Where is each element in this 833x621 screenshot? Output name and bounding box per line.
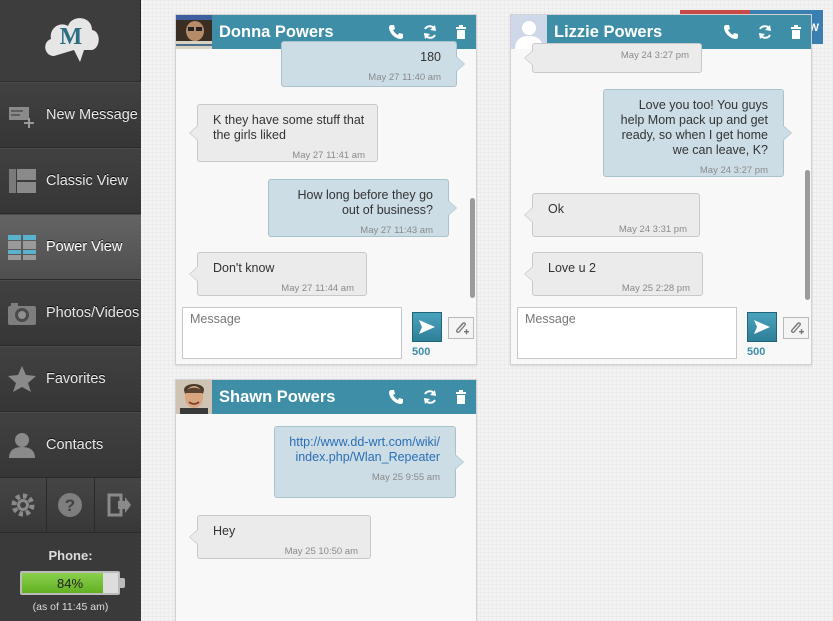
nav-power-view[interactable]: Power View — [0, 214, 141, 280]
battery-cap — [120, 578, 125, 588]
message-link[interactable]: http://www.dd-wrt.com/wiki/index.php/Wla… — [287, 435, 440, 465]
classic-view-icon — [9, 169, 36, 193]
phone-icon[interactable] — [388, 24, 404, 40]
message-bubble: Ok May 24 3:31 pm — [524, 193, 700, 237]
help-icon: ? — [58, 493, 83, 517]
send-button[interactable] — [412, 312, 442, 342]
message-input[interactable] — [517, 307, 737, 359]
phone-icon[interactable] — [723, 24, 739, 40]
cloud-logo-icon: M — [45, 18, 99, 62]
logout-icon — [107, 493, 131, 517]
trash-icon[interactable] — [453, 389, 469, 405]
logout-button[interactable] — [94, 478, 141, 532]
avatar[interactable] — [176, 380, 212, 414]
battery-percent: 84% — [56, 576, 84, 591]
conversation-header: Shawn Powers — [176, 380, 476, 414]
message-time: May 27 11:41 am — [292, 150, 365, 161]
message-time: May 24 3:27 pm — [620, 50, 689, 61]
message-time: May 24 3:31 pm — [618, 224, 687, 235]
nav-favorites[interactable]: Favorites — [0, 346, 141, 412]
sidebar: M New Message Classic View Power View Ph… — [0, 0, 141, 621]
paperclip-icon — [456, 322, 469, 335]
gear-icon — [11, 493, 35, 517]
message-time: May 27 11:40 am — [368, 72, 441, 83]
message-time: May 25 2:28 pm — [621, 283, 690, 294]
message-composer: 500 — [511, 307, 811, 364]
nav-new-message[interactable]: New Message — [0, 82, 141, 148]
message-text: Love you too! You guys help Mom pack up … — [620, 98, 768, 157]
attach-button[interactable] — [448, 317, 474, 339]
conversation-panel-donna: Donna Powers 180 May 27 11:40 am K they … — [175, 14, 477, 365]
paperclip-icon — [791, 322, 804, 335]
message-text: Love u 2 — [548, 261, 596, 275]
message-time: May 27 11:44 am — [281, 283, 354, 294]
refresh-icon[interactable] — [422, 24, 438, 40]
message-time: May 25 9:55 am — [371, 472, 440, 483]
message-bubble: K they have some stuff that the girls li… — [189, 104, 378, 162]
message-time: May 24 3:27 pm — [699, 165, 768, 176]
message-bubble: Hey May 25 10:50 am — [189, 515, 371, 559]
message-bubble: May 24 3:27 pm — [524, 43, 702, 73]
battery-indicator: 84% — [20, 571, 125, 595]
message-time: May 27 11:43 am — [360, 225, 433, 236]
settings-button[interactable] — [0, 478, 48, 532]
message-input[interactable] — [182, 307, 402, 359]
message-bubble: How long before they go out of business?… — [268, 179, 457, 237]
message-text: Don't know — [213, 261, 275, 275]
send-icon — [419, 320, 435, 334]
message-text: Ok — [548, 202, 564, 216]
conversation-panel-lizzie: Lizzie Powers May 24 3:27 pm Love you to… — [510, 14, 812, 365]
power-view-icon — [8, 235, 36, 260]
phone-label: Phone: — [48, 548, 93, 563]
refresh-icon[interactable] — [422, 389, 438, 405]
nav-new-message-label: New Message — [46, 107, 138, 123]
star-icon — [8, 366, 36, 392]
trash-icon[interactable] — [453, 24, 469, 40]
scrollbar[interactable] — [470, 198, 475, 298]
attach-button[interactable] — [783, 317, 809, 339]
message-text: K they have some stuff that the girls li… — [213, 113, 365, 142]
message-bubble: http://www.dd-wrt.com/wiki/index.php/Wla… — [274, 426, 464, 498]
message-bubble: Love you too! You guys help Mom pack up … — [603, 89, 792, 177]
help-glyph: ? — [65, 496, 75, 515]
app-logo[interactable]: M — [0, 0, 140, 82]
nav-contacts-label: Contacts — [46, 437, 104, 453]
message-bubble: 180 May 27 11:40 am — [281, 41, 465, 87]
send-button[interactable] — [747, 312, 777, 342]
character-count: 500 — [747, 346, 766, 358]
trash-icon[interactable] — [788, 24, 804, 40]
message-composer: 500 — [176, 307, 476, 364]
nav-favorites-label: Favorites — [46, 371, 106, 387]
avatar[interactable] — [176, 15, 212, 49]
message-text: 180 — [420, 50, 441, 64]
battery-timestamp: (as of 11:45 am) — [32, 601, 109, 613]
nav-photos-videos[interactable]: Photos/Videos — [0, 280, 141, 346]
phone-status: Phone: 84% (as of 11:45 am) — [0, 533, 141, 621]
message-bubble: Don't know May 27 11:44 am — [189, 252, 367, 296]
send-icon — [754, 320, 770, 334]
logo-letter: M — [60, 24, 83, 50]
refresh-icon[interactable] — [757, 24, 773, 40]
nav-power-view-label: Power View — [46, 239, 123, 255]
conversation-panel-shawn: Shawn Powers http://www.dd-wrt.com/wiki/… — [175, 379, 477, 621]
nav-classic-view[interactable]: Classic View — [0, 148, 141, 214]
help-button[interactable]: ? — [47, 478, 95, 532]
phone-icon[interactable] — [388, 389, 404, 405]
contact-name: Lizzie Powers — [554, 23, 663, 41]
person-icon — [9, 433, 35, 458]
scrollbar[interactable] — [805, 170, 810, 300]
nav-photos-videos-label: Photos/Videos — [46, 305, 140, 321]
contact-name: Shawn Powers — [219, 388, 336, 406]
nav-classic-view-label: Classic View — [46, 173, 128, 189]
character-count: 500 — [412, 346, 431, 358]
message-text: How long before they go out of business? — [297, 188, 433, 217]
message-bubble: Love u 2 May 25 2:28 pm — [524, 252, 703, 296]
nav-contacts[interactable]: Contacts — [0, 412, 141, 478]
new-message-icon — [9, 107, 34, 128]
camera-icon — [8, 303, 36, 325]
message-text: Hey — [213, 524, 236, 538]
message-time: May 25 10:50 am — [284, 546, 358, 557]
contact-name: Donna Powers — [219, 23, 334, 41]
utility-toolbar: ? — [0, 477, 141, 533]
